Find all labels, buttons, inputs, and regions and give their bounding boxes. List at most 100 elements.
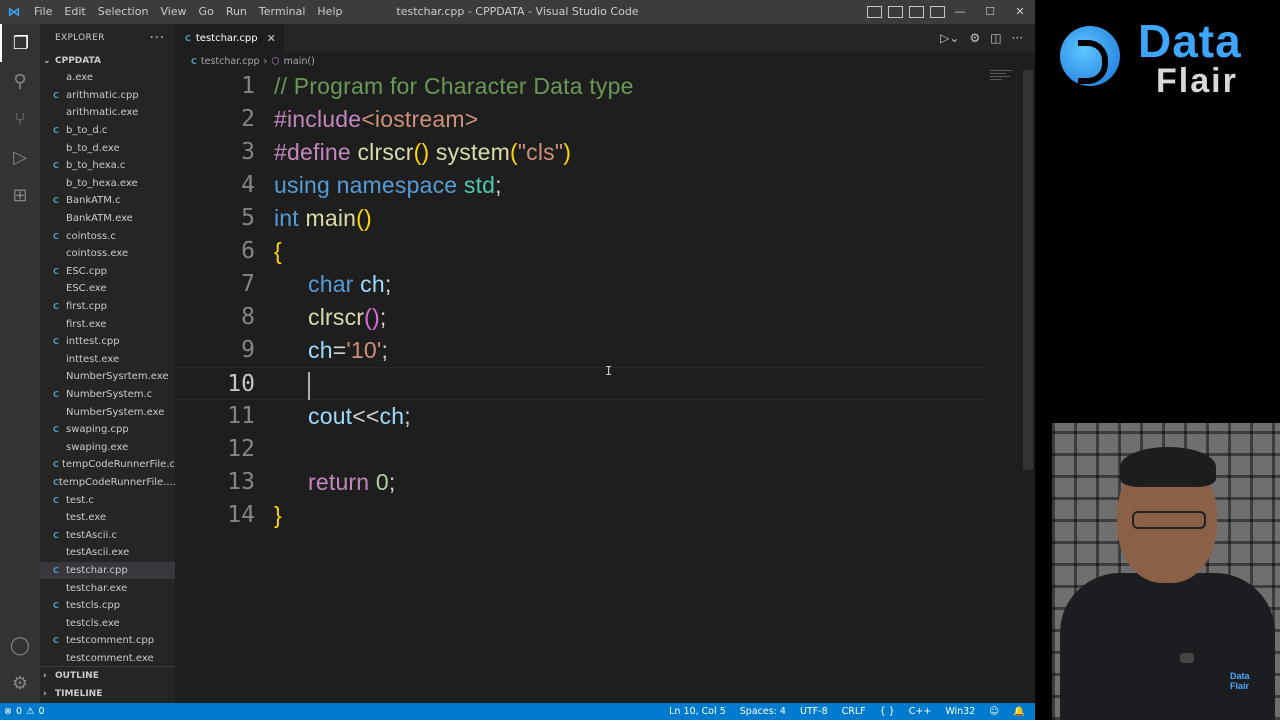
file-item[interactable]: Cswaping.cpp: [40, 421, 175, 439]
file-item[interactable]: testcomment.exe: [40, 650, 175, 668]
file-item[interactable]: C ESC.cpp: [40, 263, 175, 281]
file-item[interactable]: BankATM.exe: [40, 210, 175, 228]
encoding[interactable]: UTF-8: [800, 706, 828, 717]
platform[interactable]: Win32: [945, 706, 975, 717]
tab-testchar-cpp[interactable]: C testchar.cpp ✕: [175, 24, 284, 52]
file-item[interactable]: Ctestchar.cpp: [40, 561, 175, 580]
outline-panel: › OUTLINE › TIMELINE: [40, 666, 175, 703]
notifications-bell-icon[interactable]: 🔔: [1013, 706, 1025, 717]
toggle-sidebar-icon[interactable]: [867, 6, 882, 18]
error-icon[interactable]: ⊗: [4, 706, 12, 717]
file-item[interactable]: Cb_to_d.c: [40, 122, 175, 140]
outline-header[interactable]: › OUTLINE: [40, 667, 175, 685]
more-actions-icon[interactable]: ···: [150, 31, 165, 46]
timeline-header[interactable]: › TIMELINE: [40, 685, 175, 703]
presenter-glasses: [1132, 511, 1206, 529]
line-number: 14: [227, 502, 255, 528]
code-line: 13 return 0;: [175, 466, 985, 499]
minimize-button[interactable]: —: [945, 0, 975, 24]
source-control-icon[interactable]: ⑂: [0, 100, 40, 138]
file-item[interactable]: cointoss.exe: [40, 245, 175, 263]
extensions-icon[interactable]: ⊞: [0, 176, 40, 214]
file-item[interactable]: first.exe: [40, 315, 175, 333]
cpp-file-icon: C: [53, 337, 59, 347]
menu-item-edit[interactable]: Edit: [58, 0, 91, 24]
indentation[interactable]: Spaces: 4: [740, 706, 786, 717]
error-count[interactable]: 0: [16, 706, 22, 717]
file-item[interactable]: a.exe: [40, 69, 175, 87]
warning-icon[interactable]: ⚠: [26, 706, 35, 717]
file-item[interactable]: Ccointoss.c: [40, 227, 175, 245]
file-item[interactable]: CtestAscii.c: [40, 526, 175, 544]
menu-item-view[interactable]: View: [154, 0, 192, 24]
menu-item-help[interactable]: Help: [311, 0, 348, 24]
file-name: NumberSystem.exe: [66, 406, 165, 418]
line-number: 4: [241, 172, 255, 198]
feedback-icon[interactable]: ☺: [989, 706, 999, 717]
settings-gear-icon[interactable]: ⚙: [0, 664, 40, 702]
file-item[interactable]: test.exe: [40, 509, 175, 527]
file-item[interactable]: b_to_d.exe: [40, 139, 175, 157]
file-name: b_to_hexa.exe: [66, 177, 138, 189]
close-tab-icon[interactable]: ✕: [267, 32, 276, 45]
vertical-scrollbar[interactable]: [1023, 70, 1033, 470]
file-item[interactable]: testchar.exe: [40, 579, 175, 597]
more-actions-icon[interactable]: ···: [1012, 31, 1023, 45]
explorer-title: EXPLORER: [55, 33, 105, 43]
menu-item-selection[interactable]: Selection: [92, 0, 155, 24]
maximize-button[interactable]: ☐: [975, 0, 1005, 24]
dataflair-logo: Data Flair: [1060, 15, 1270, 100]
file-item[interactable]: inttest.exe: [40, 351, 175, 369]
explorer-sidebar: EXPLORER ··· ⌄ CPPDATA a.exe Carithmatic.…: [40, 24, 175, 703]
file-item[interactable]: testAscii.exe: [40, 544, 175, 562]
end-of-line[interactable]: CRLF: [842, 706, 866, 717]
menu-item-terminal[interactable]: Terminal: [253, 0, 312, 24]
file-item[interactable]: NumberSysrtem.exe: [40, 368, 175, 386]
code-line: 8 clrscr();: [175, 301, 985, 334]
search-icon[interactable]: ⚲: [0, 62, 40, 100]
toggle-panel-icon[interactable]: [888, 6, 903, 18]
breadcrumb-symbol[interactable]: main(): [284, 56, 315, 67]
cursor-position[interactable]: Ln 10, Col 5: [669, 706, 726, 717]
file-item[interactable]: CtempCodeRunnerFile....: [40, 474, 175, 492]
file-item[interactable]: Cinttest.cpp: [40, 333, 175, 351]
close-window-button[interactable]: ✕: [1005, 0, 1035, 24]
language-mode[interactable]: C++: [909, 706, 932, 717]
file-item[interactable]: C BankATM.c: [40, 192, 175, 210]
file-item[interactable]: Cb_to_hexa.c: [40, 157, 175, 175]
code-text: using namespace std;: [274, 169, 502, 202]
file-item[interactable]: NumberSystem.exe: [40, 403, 175, 421]
line-number: 2: [241, 106, 255, 132]
file-item[interactable]: Ctest.c: [40, 491, 175, 509]
title-bar: ⋈ File Edit Selection View Go Run Terminal Help…: [0, 0, 1035, 24]
warning-count[interactable]: 0: [39, 706, 45, 717]
code-editor[interactable]: 1 // Program for Character Data type 2 #inc…: [175, 70, 1025, 703]
run-debug-icon[interactable]: ▷: [0, 138, 40, 176]
minimap[interactable]: [990, 70, 1012, 88]
file-item[interactable]: b_to_hexa.exe: [40, 175, 175, 193]
file-item[interactable]: Carithmatic.cpp: [40, 87, 175, 105]
file-item[interactable]: swaping.exe: [40, 438, 175, 456]
breadcrumb-file[interactable]: testchar.cpp: [201, 56, 260, 67]
customize-layout-icon[interactable]: [930, 6, 945, 18]
file-item[interactable]: CtempCodeRunnerFile.c: [40, 456, 175, 474]
file-item[interactable]: Cfirst.cpp: [40, 298, 175, 316]
account-icon[interactable]: ◯: [0, 626, 40, 664]
menu-item-run[interactable]: Run: [220, 0, 253, 24]
explorer-icon[interactable]: ❐: [0, 24, 40, 62]
menu-item-file[interactable]: File: [28, 0, 58, 24]
split-editor-icon[interactable]: ◫: [990, 31, 1001, 45]
line-number: 5: [241, 205, 255, 231]
file-item[interactable]: Ctestcls.cpp: [40, 597, 175, 615]
file-item[interactable]: ESC.exe: [40, 280, 175, 298]
settings-gear-icon[interactable]: ⚙: [969, 31, 980, 45]
toggle-secondary-sidebar-icon[interactable]: [909, 6, 924, 18]
menu-item-go[interactable]: Go: [193, 0, 220, 24]
file-name: first.exe: [66, 318, 107, 330]
file-item[interactable]: C NumberSystem.c: [40, 386, 175, 404]
folder-header[interactable]: ⌄ CPPDATA: [40, 52, 175, 70]
file-item[interactable]: Ctestcomment.cpp: [40, 632, 175, 650]
file-item[interactable]: arithmatic.exe: [40, 104, 175, 122]
run-code-icon[interactable]: ▷⌄: [940, 31, 959, 45]
file-item[interactable]: testcls.exe: [40, 614, 175, 632]
